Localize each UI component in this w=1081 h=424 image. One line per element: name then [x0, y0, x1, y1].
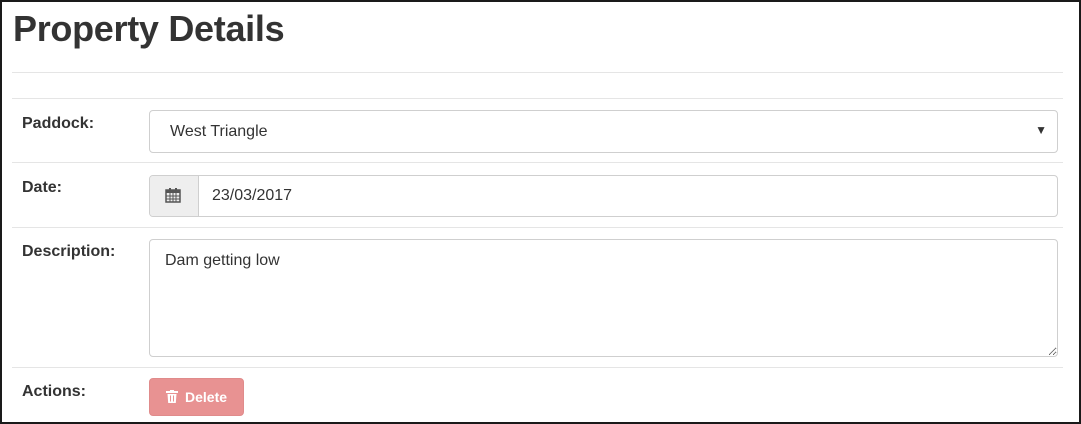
date-label: Date:: [22, 179, 63, 196]
calendar-addon[interactable]: [150, 176, 199, 216]
delete-button[interactable]: Delete: [149, 378, 244, 416]
description-textarea[interactable]: Dam getting low: [149, 239, 1058, 357]
divider: [12, 367, 1063, 368]
property-details-panel: Property Details Paddock: West Triangle …: [0, 0, 1081, 424]
date-input[interactable]: [198, 176, 1057, 216]
page-title: Property Details: [13, 8, 285, 49]
trash-icon: [166, 390, 178, 403]
paddock-label: Paddock:: [22, 115, 95, 132]
divider: [12, 162, 1063, 163]
actions-label: Actions:: [22, 383, 86, 400]
paddock-selected-value: West Triangle: [170, 123, 268, 140]
date-input-group: [149, 175, 1058, 217]
divider: [12, 98, 1063, 99]
calendar-icon: [165, 188, 181, 203]
delete-button-label: Delete: [185, 389, 228, 405]
divider: [12, 227, 1063, 228]
divider: [12, 72, 1063, 73]
chevron-down-icon: ▼: [1035, 123, 1047, 137]
paddock-select[interactable]: West Triangle ▼: [149, 110, 1058, 153]
description-label: Description:: [22, 243, 116, 260]
